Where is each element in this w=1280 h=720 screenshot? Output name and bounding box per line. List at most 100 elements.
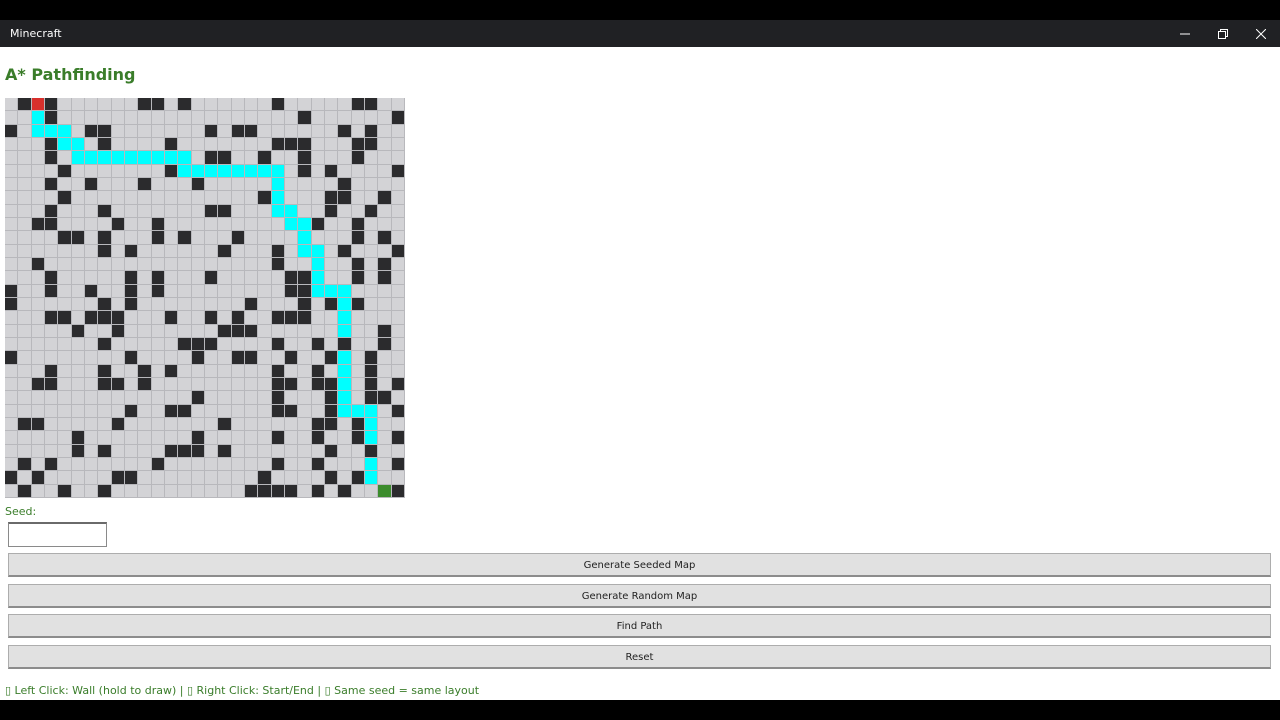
grid-cell-path[interactable]	[364, 404, 379, 418]
grid-cell-wall[interactable]	[151, 98, 165, 112]
grid-cell-empty[interactable]	[378, 417, 392, 432]
grid-cell-empty[interactable]	[98, 98, 112, 112]
grid-cell-empty[interactable]	[311, 124, 325, 138]
grid-cell-empty[interactable]	[124, 98, 139, 112]
grid-cell-empty[interactable]	[151, 111, 165, 125]
grid-cell-empty[interactable]	[244, 364, 259, 378]
grid-cell-empty[interactable]	[191, 457, 205, 472]
grid-cell-empty[interactable]	[111, 231, 125, 245]
grid-cell-empty[interactable]	[284, 431, 299, 445]
grid-cell-empty[interactable]	[151, 191, 165, 205]
grid-cell-empty[interactable]	[31, 191, 45, 205]
grid-cell-empty[interactable]	[44, 257, 59, 272]
grid-cell-empty[interactable]	[244, 377, 259, 392]
grid-cell-empty[interactable]	[124, 257, 139, 272]
grid-cell-empty[interactable]	[178, 311, 192, 325]
grid-cell-empty[interactable]	[124, 417, 139, 432]
grid-cell-wall[interactable]	[311, 217, 325, 232]
grid-cell-empty[interactable]	[258, 417, 272, 432]
grid-cell-wall[interactable]	[111, 471, 125, 485]
grid-cell-empty[interactable]	[164, 484, 179, 498]
grid-cell-empty[interactable]	[71, 364, 85, 378]
grid-cell-empty[interactable]	[378, 137, 392, 152]
grid-cell-empty[interactable]	[378, 457, 392, 472]
grid-cell-empty[interactable]	[18, 391, 32, 405]
grid-cell-empty[interactable]	[338, 204, 352, 218]
grid-cell-empty[interactable]	[178, 391, 192, 405]
grid-cell-empty[interactable]	[164, 204, 179, 218]
grid-cell-empty[interactable]	[151, 484, 165, 498]
grid-cell-empty[interactable]	[191, 284, 205, 298]
grid-cell-empty[interactable]	[284, 177, 299, 192]
grid-cell-empty[interactable]	[218, 311, 232, 325]
grid-cell-empty[interactable]	[298, 484, 312, 498]
grid-cell-wall[interactable]	[244, 297, 259, 312]
grid-cell-empty[interactable]	[58, 257, 72, 272]
grid-cell-wall[interactable]	[5, 471, 19, 485]
grid-cell-empty[interactable]	[58, 444, 72, 458]
grid-cell-empty[interactable]	[84, 137, 99, 152]
grid-cell-path[interactable]	[284, 204, 299, 218]
grid-cell-empty[interactable]	[84, 444, 99, 458]
grid-cell-empty[interactable]	[58, 471, 72, 485]
grid-cell-empty[interactable]	[151, 431, 165, 445]
grid-cell-empty[interactable]	[324, 137, 339, 152]
grid-cell-empty[interactable]	[284, 457, 299, 472]
grid-cell-empty[interactable]	[391, 311, 405, 325]
grid-cell-wall[interactable]	[244, 124, 259, 138]
grid-cell-wall[interactable]	[231, 324, 245, 338]
grid-cell-empty[interactable]	[204, 297, 219, 312]
grid-cell-empty[interactable]	[351, 377, 365, 392]
grid-cell-empty[interactable]	[18, 404, 32, 418]
grid-cell-empty[interactable]	[178, 217, 192, 232]
grid-cell-empty[interactable]	[18, 204, 32, 218]
grid-cell-empty[interactable]	[378, 177, 392, 192]
grid-cell-empty[interactable]	[258, 98, 272, 112]
grid-cell-wall[interactable]	[18, 484, 32, 498]
grid-cell-empty[interactable]	[298, 404, 312, 418]
grid-cell-empty[interactable]	[5, 391, 19, 405]
grid-cell-empty[interactable]	[284, 191, 299, 205]
grid-cell-wall[interactable]	[324, 417, 339, 432]
grid-cell-empty[interactable]	[111, 457, 125, 472]
grid-cell-empty[interactable]	[391, 124, 405, 138]
grid-cell-empty[interactable]	[351, 191, 365, 205]
grid-cell-wall[interactable]	[151, 217, 165, 232]
grid-cell-empty[interactable]	[391, 257, 405, 272]
grid-cell-empty[interactable]	[44, 431, 59, 445]
grid-cell-empty[interactable]	[351, 204, 365, 218]
grid-cell-wall[interactable]	[151, 271, 165, 285]
grid-cell-path[interactable]	[71, 137, 85, 152]
grid-cell-wall[interactable]	[44, 377, 59, 392]
grid-cell-empty[interactable]	[191, 244, 205, 258]
grid-cell-empty[interactable]	[124, 311, 139, 325]
grid-cell-empty[interactable]	[111, 177, 125, 192]
grid-cell-wall[interactable]	[164, 444, 179, 458]
grid-cell-empty[interactable]	[391, 151, 405, 165]
grid-cell-empty[interactable]	[204, 191, 219, 205]
grid-cell-wall[interactable]	[84, 284, 99, 298]
grid-cell-empty[interactable]	[378, 284, 392, 298]
grid-cell-empty[interactable]	[71, 164, 85, 178]
grid-cell-empty[interactable]	[71, 297, 85, 312]
grid-cell-empty[interactable]	[111, 244, 125, 258]
grid-cell-empty[interactable]	[311, 137, 325, 152]
grid-cell-path[interactable]	[244, 164, 259, 178]
grid-cell-empty[interactable]	[151, 324, 165, 338]
grid-cell-empty[interactable]	[218, 271, 232, 285]
grid-cell-empty[interactable]	[338, 111, 352, 125]
grid-cell-empty[interactable]	[31, 431, 45, 445]
grid-cell-empty[interactable]	[391, 351, 405, 365]
grid-cell-wall[interactable]	[231, 351, 245, 365]
grid-cell-empty[interactable]	[231, 484, 245, 498]
grid-cell-empty[interactable]	[271, 351, 285, 365]
grid-cell-empty[interactable]	[258, 177, 272, 192]
grid-cell-empty[interactable]	[71, 177, 85, 192]
grid-cell-empty[interactable]	[18, 284, 32, 298]
grid-cell-empty[interactable]	[298, 457, 312, 472]
grid-cell-wall[interactable]	[31, 217, 45, 232]
grid-cell-empty[interactable]	[138, 297, 152, 312]
grid-cell-empty[interactable]	[338, 257, 352, 272]
grid-cell-empty[interactable]	[258, 257, 272, 272]
grid-cell-empty[interactable]	[231, 191, 245, 205]
